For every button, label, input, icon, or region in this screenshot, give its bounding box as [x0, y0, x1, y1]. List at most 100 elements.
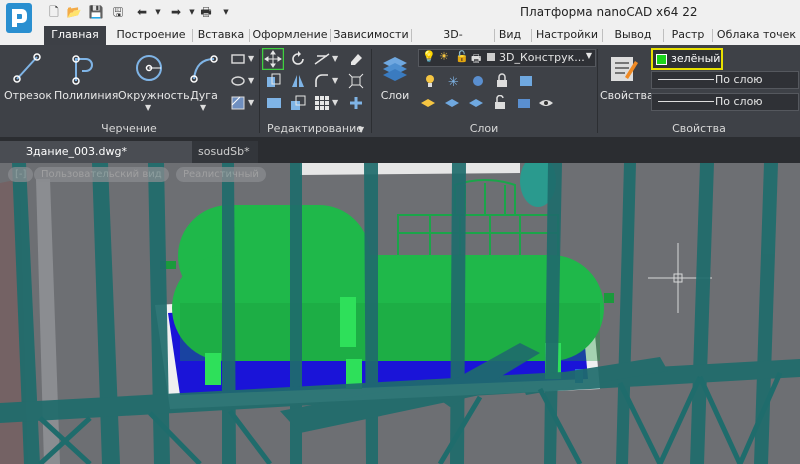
properties-label: Свойства: [600, 89, 654, 102]
arc-button[interactable]: Дуга: [182, 51, 226, 102]
move-icon[interactable]: [262, 48, 284, 70]
layer-states-icon[interactable]: [468, 95, 484, 111]
join-icon[interactable]: [348, 95, 364, 111]
scale-icon[interactable]: [290, 95, 306, 111]
color-value: зелёный: [671, 52, 721, 65]
linetype-dropdown[interactable]: По слою: [651, 71, 799, 89]
layer-lock-icon[interactable]: [494, 73, 510, 89]
new-file-icon[interactable]: 🗋: [46, 4, 62, 20]
drawing-viewport[interactable]: [-] Пользовательский вид Реалистичный: [0, 163, 800, 464]
ellipse-dropdown-icon[interactable]: ▼: [248, 76, 254, 85]
circle-button[interactable]: Окружность: [118, 51, 190, 102]
ribbon-panel: Отрезок Полилиния Окружность ▼ Дуга ▼ ▼ …: [0, 45, 800, 138]
fillet-dropdown-icon[interactable]: ▼: [332, 76, 338, 85]
circle-dropdown-icon[interactable]: ▼: [145, 103, 151, 112]
rectangle-dropdown-icon[interactable]: ▼: [248, 54, 254, 63]
polyline-label: Полилиния: [54, 89, 119, 102]
wall-top: [300, 163, 520, 175]
view-name-badge[interactable]: Пользовательский вид: [34, 167, 169, 182]
explode-icon[interactable]: [348, 73, 364, 89]
layer-walk-icon[interactable]: [444, 95, 460, 111]
linetype-value: По слою: [715, 73, 763, 86]
ellipse-icon[interactable]: [230, 73, 246, 89]
document-tab-inactive[interactable]: sosudSb*: [192, 141, 258, 163]
undo-icon[interactable]: ⬅: [134, 4, 150, 20]
tab-build[interactable]: Построение: [110, 26, 192, 45]
document-tabs: Здание_003.dwg* ✕ sosudSb*: [0, 138, 800, 163]
tab-settings[interactable]: Настройки: [532, 26, 602, 45]
properties-icon: [611, 57, 638, 81]
group-layers-label: Слои: [469, 122, 499, 135]
layer-match-icon[interactable]: [518, 73, 534, 89]
properties-button[interactable]: Свойства: [600, 51, 654, 102]
tab-insert[interactable]: Вставка: [193, 26, 249, 45]
layer-freeze-icon[interactable]: ✳: [446, 73, 462, 89]
color-dropdown[interactable]: зелёный: [651, 48, 723, 70]
title-bar: 🗋 📂 💾 🖫 ⬅ ▼ ➡ ▼ 🖶 ▼ Платформа nanoCAD x6…: [0, 0, 800, 33]
layer-visibility-icon[interactable]: [538, 95, 554, 111]
circle-icon: [136, 55, 162, 81]
layer-print-icon: 🖶: [471, 52, 482, 65]
erase-icon[interactable]: [348, 51, 364, 67]
polyline-button[interactable]: Полилиния: [54, 51, 118, 102]
arc-icon: [190, 55, 218, 83]
tab-raster[interactable]: Растр: [664, 26, 712, 45]
layers-button[interactable]: Слои: [376, 51, 414, 102]
layer-previous-icon[interactable]: [420, 95, 436, 111]
save-as-icon[interactable]: 🖫: [110, 4, 126, 20]
array-icon[interactable]: [314, 95, 330, 111]
undo-dropdown-icon[interactable]: ▼: [150, 4, 166, 20]
lineweight-dropdown[interactable]: По слою: [651, 93, 799, 111]
copy-icon[interactable]: [266, 73, 282, 89]
fillet-icon[interactable]: [314, 73, 330, 89]
line-icon: [13, 53, 41, 83]
lineweight-value: По слою: [715, 95, 763, 108]
arc-dropdown-icon[interactable]: ▼: [200, 103, 206, 112]
group-editing-label[interactable]: Редактирование: [260, 122, 370, 135]
save-icon[interactable]: 💾: [88, 4, 104, 20]
lineweight-preview: [658, 101, 714, 102]
layer-isolate-icon[interactable]: [422, 73, 438, 89]
line-button[interactable]: Отрезок: [4, 51, 52, 102]
line-label: Отрезок: [4, 89, 53, 102]
editing-expand-icon[interactable]: ▼: [358, 125, 364, 134]
linetype-preview: [658, 79, 714, 80]
color-swatch: [656, 54, 667, 65]
hatch-icon[interactable]: [230, 95, 246, 111]
trim-icon[interactable]: [314, 51, 330, 67]
mirror-icon[interactable]: [290, 73, 306, 89]
trim-dropdown-icon[interactable]: ▼: [332, 54, 338, 63]
layer-color-swatch: [487, 53, 495, 61]
print-icon[interactable]: 🖶: [198, 4, 214, 20]
tab-point-clouds[interactable]: Облака точек: [713, 26, 800, 45]
redo-icon[interactable]: ➡: [168, 4, 184, 20]
app-logo-icon[interactable]: [6, 3, 32, 33]
stretch-icon[interactable]: [266, 95, 282, 111]
tab-output[interactable]: Вывод: [603, 26, 663, 45]
hatch-dropdown-icon[interactable]: ▼: [248, 98, 254, 107]
group-properties-label: Свойства: [672, 122, 726, 135]
layer-on-icon: 💡: [422, 50, 436, 63]
layer-off-icon[interactable]: [470, 73, 486, 89]
document-tab-active[interactable]: Здание_003.dwg* ✕: [0, 141, 214, 163]
tab-constraints[interactable]: Зависимости: [331, 26, 411, 45]
layers-icon: [383, 57, 407, 81]
layer-current-name: 3D_Конструк...: [499, 51, 585, 64]
array-dropdown-icon[interactable]: ▼: [332, 98, 338, 107]
group-drawing-label[interactable]: Черчение: [0, 122, 258, 135]
tab-view[interactable]: Вид: [495, 26, 525, 45]
visual-style-badge[interactable]: Реалистичный: [176, 167, 266, 182]
quick-access-menu-icon[interactable]: ▼: [218, 4, 234, 20]
layer-dropdown[interactable]: 💡 ☀ 🔓 🖶 3D_Конструк... ▼: [418, 49, 596, 67]
group-drawing: Отрезок Полилиния Окружность ▼ Дуга ▼ ▼ …: [0, 45, 258, 137]
rotate-icon[interactable]: [290, 51, 306, 67]
group-editing: ▼ ▼ ▼ Редактирование: [260, 45, 370, 137]
layer-translate-icon[interactable]: [516, 95, 532, 111]
rectangle-icon[interactable]: [230, 51, 246, 67]
layer-unlock-all-icon[interactable]: [492, 95, 508, 111]
viewport-controls-badge[interactable]: [-]: [8, 167, 34, 182]
tab-home[interactable]: Главная: [44, 26, 106, 45]
tab-3d-tools[interactable]: 3D-инструменты: [412, 26, 494, 59]
tab-design[interactable]: Оформление: [250, 26, 330, 45]
open-folder-icon[interactable]: 📂: [66, 4, 82, 20]
